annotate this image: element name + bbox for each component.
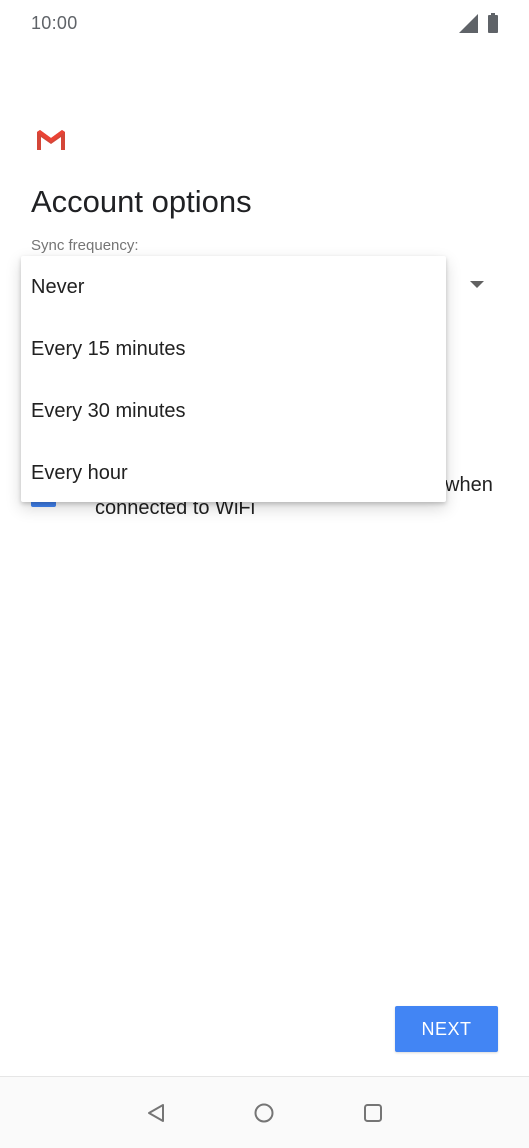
next-button[interactable]: NEXT [395, 1006, 498, 1052]
status-time: 10:00 [31, 13, 78, 33]
wifi-checkbox-label-fragment: when [445, 474, 493, 496]
home-icon[interactable] [253, 1102, 275, 1124]
navigation-bar [0, 1076, 529, 1148]
screen: 10:00 Account options Sync frequency: wh… [0, 0, 529, 1148]
menu-item-every-30-minutes[interactable]: Every 30 minutes [21, 380, 446, 442]
menu-item-every-15-minutes[interactable]: Every 15 minutes [21, 318, 446, 380]
battery-icon [488, 13, 498, 33]
status-bar: 10:00 [0, 0, 529, 48]
menu-item-every-hour[interactable]: Every hour [21, 442, 446, 504]
recents-icon[interactable] [362, 1102, 384, 1124]
sync-frequency-menu: Never Every 15 minutes Every 30 minutes … [21, 256, 446, 502]
chevron-down-icon[interactable] [470, 281, 484, 288]
page-title: Account options [31, 184, 252, 219]
gmail-icon [37, 130, 65, 150]
menu-item-never[interactable]: Never [21, 256, 446, 318]
back-icon[interactable] [145, 1102, 167, 1124]
sync-frequency-label: Sync frequency: [31, 237, 139, 254]
signal-icon [459, 14, 478, 33]
